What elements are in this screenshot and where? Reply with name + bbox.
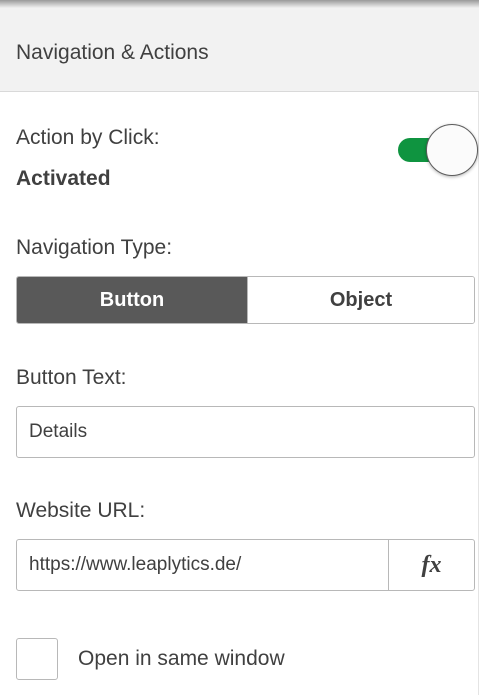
- navigation-type-switch: Button Object: [16, 276, 475, 324]
- button-text-input[interactable]: [16, 406, 475, 458]
- expression-button[interactable]: fx: [388, 539, 475, 591]
- button-text-label: Button Text:: [16, 366, 127, 389]
- toggle-knob: [426, 124, 478, 176]
- navigation-type-label: Navigation Type:: [16, 236, 173, 259]
- top-shadow: [0, 0, 479, 8]
- open-same-window-option[interactable]: Open in same window: [16, 636, 285, 682]
- open-same-window-checkbox[interactable]: [16, 638, 58, 680]
- action-by-click-label: Action by Click:: [16, 126, 160, 149]
- website-url-label: Website URL:: [16, 499, 146, 522]
- open-same-window-label: Open in same window: [78, 647, 285, 670]
- website-url-input[interactable]: [16, 539, 389, 591]
- panel-title: Navigation & Actions: [16, 41, 209, 64]
- navigation-type-object-option[interactable]: Object: [247, 277, 474, 323]
- panel-header: Navigation & Actions: [0, 8, 479, 92]
- action-status: Activated: [16, 167, 111, 190]
- website-url-group: fx: [16, 539, 475, 591]
- navigation-actions-panel: Navigation & Actions Action by Click: Ac…: [0, 0, 479, 695]
- action-by-click-toggle[interactable]: [398, 124, 479, 176]
- navigation-type-button-option[interactable]: Button: [17, 277, 247, 323]
- fx-icon: fx: [421, 551, 442, 578]
